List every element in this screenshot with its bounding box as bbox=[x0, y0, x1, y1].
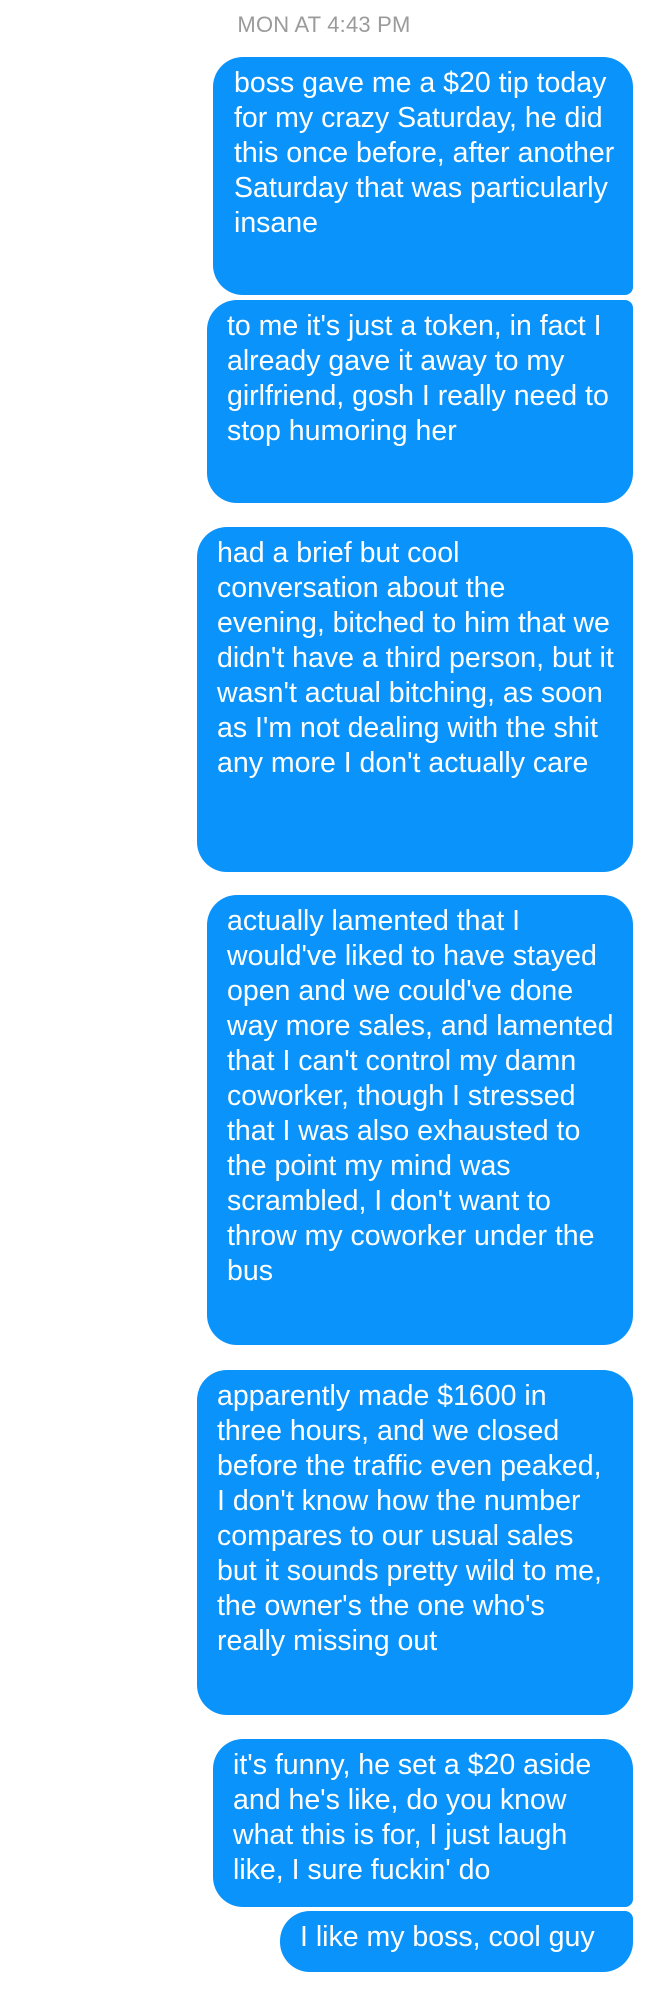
message-bubble[interactable]: boss gave me a $20 tip today for my craz… bbox=[213, 57, 633, 295]
message-bubble[interactable]: I like my boss, cool guy bbox=[280, 1911, 633, 1972]
message-bubble[interactable]: apparently made $1600 in three hours, an… bbox=[197, 1370, 633, 1715]
message-bubble[interactable]: to me it's just a token, in fact I alrea… bbox=[207, 300, 633, 503]
message-timestamp: MON AT 4:43 PM bbox=[237, 12, 411, 37]
message-bubble[interactable]: actually lamented that I would've liked … bbox=[207, 895, 633, 1345]
message-bubble[interactable]: it's funny, he set a $20 aside and he's … bbox=[213, 1739, 633, 1907]
message-bubble[interactable]: had a brief but cool conversation about … bbox=[197, 527, 633, 872]
